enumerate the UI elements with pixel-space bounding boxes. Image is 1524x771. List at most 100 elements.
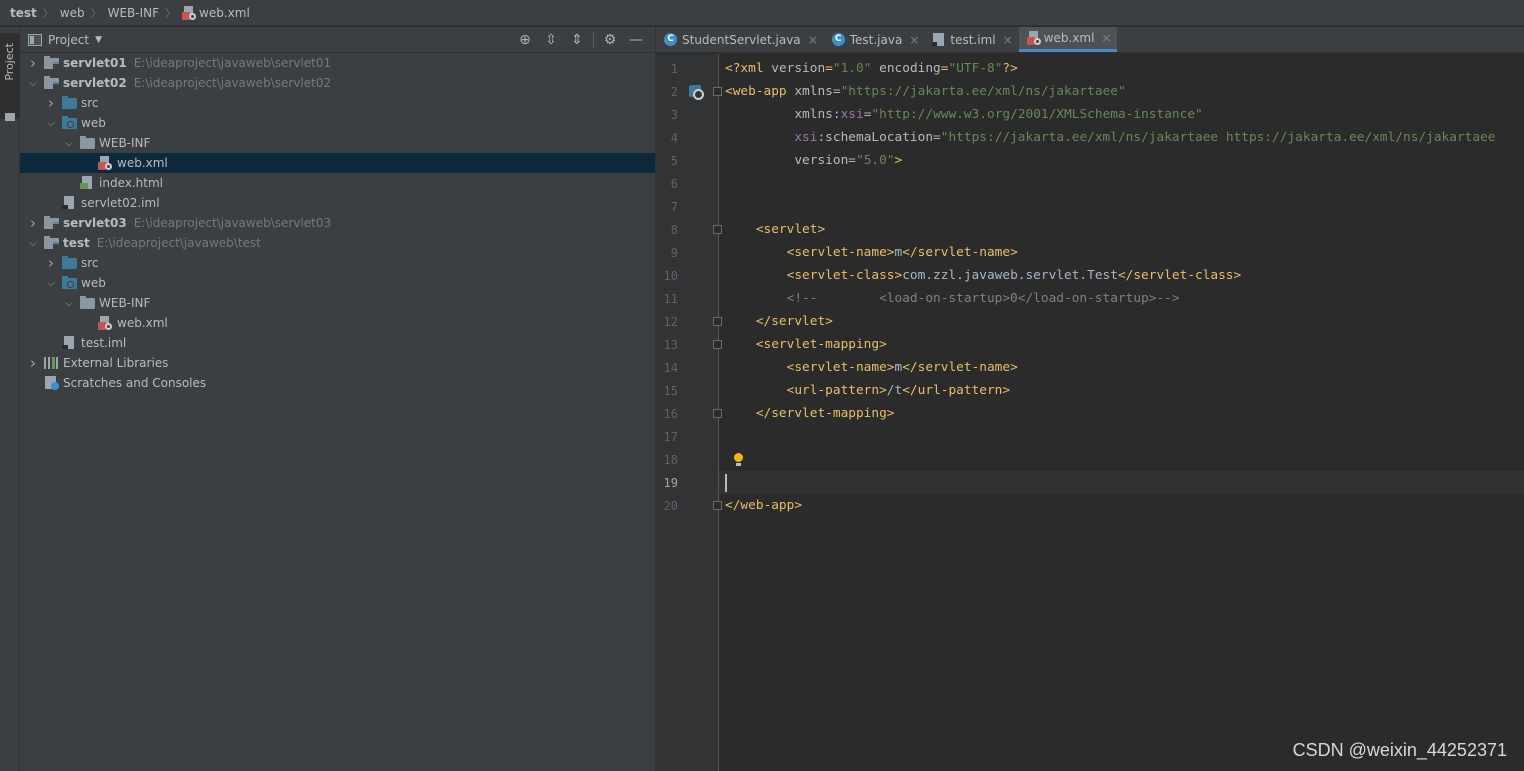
- text-caret: [725, 474, 727, 492]
- tab-label: web.xml: [1043, 31, 1095, 45]
- close-icon[interactable]: ×: [808, 33, 818, 47]
- code-token: com.zzl.javaweb.servlet.Test: [902, 268, 1118, 283]
- code-token: schemaLocation: [825, 130, 934, 145]
- folder-shape: [44, 236, 59, 249]
- chevron-right-icon[interactable]: ›: [44, 94, 58, 112]
- fold-marker-icon[interactable]: [713, 409, 722, 418]
- chevron-right-icon[interactable]: ›: [26, 354, 40, 372]
- tree-item-external-libraries[interactable]: › External Libraries: [20, 353, 655, 373]
- line-number: 9: [670, 246, 678, 260]
- module-folder-icon: [44, 216, 60, 230]
- tree-item-web-inf[interactable]: ⌵ WEB-INF: [20, 293, 655, 313]
- fold-marker-icon[interactable]: [713, 225, 722, 234]
- chevron-right-icon[interactable]: ›: [44, 254, 58, 272]
- code-area[interactable]: 1 <?xml version="1.0" encoding="UTF-8"?> 2…: [656, 54, 1524, 771]
- module-path: E:\ideaproject\javaweb\servlet02: [133, 76, 332, 90]
- close-icon[interactable]: ×: [1101, 31, 1111, 45]
- bulb-base: [736, 463, 741, 466]
- collapse-all-icon[interactable]: ⇕: [564, 32, 590, 48]
- xml-file-icon: [98, 316, 112, 330]
- tree-item-label: index.html: [99, 176, 163, 190]
- tree-item-web-xml[interactable]: web.xml: [20, 153, 655, 173]
- current-line-highlight: [719, 471, 1524, 494]
- chevron-right-icon[interactable]: ›: [26, 214, 40, 232]
- fold-marker-icon[interactable]: [713, 87, 722, 96]
- lightbulb-icon[interactable]: [733, 453, 744, 467]
- project-toolbar: ⊕ ⇳ ⇕ ⚙ —: [512, 27, 649, 53]
- chevron-right-icon[interactable]: ›: [26, 54, 40, 72]
- line-number: 8: [670, 223, 678, 237]
- code-token: <servlet-name>: [725, 245, 895, 260]
- code-token: <servlet>: [725, 222, 826, 237]
- code-token: "UTF-8": [948, 61, 1003, 76]
- tree-item-test[interactable]: ⌵ test E:\ideaproject\javaweb\test: [20, 233, 655, 253]
- tree-item-scratches-and-consoles[interactable]: Scratches and Consoles: [20, 373, 655, 393]
- chevron-down-icon[interactable]: ⌵: [62, 138, 76, 149]
- locate-icon[interactable]: ⊕: [512, 32, 538, 48]
- folder-shape: [80, 296, 95, 309]
- tree-item-servlet01[interactable]: › servlet01 E:\ideaproject\javaweb\servlet…: [20, 53, 655, 73]
- breadcrumb-item[interactable]: test: [10, 6, 37, 20]
- project-view-selector[interactable]: Project: [48, 33, 89, 47]
- code-token: xmlns: [794, 84, 833, 99]
- xml-file-icon: [98, 156, 112, 170]
- code-token: </web-app>: [725, 498, 803, 513]
- fold-marker-icon[interactable]: [713, 317, 722, 326]
- code-token: <url-pattern>: [725, 383, 887, 398]
- tab-test-java[interactable]: C Test.java ×: [824, 27, 926, 52]
- tree-item-label: Scratches and Consoles: [63, 376, 207, 390]
- libraries-icon: [44, 356, 60, 370]
- settings-icon[interactable]: ⚙: [597, 32, 623, 48]
- chevron-down-icon[interactable]: ⌵: [26, 78, 40, 89]
- close-icon[interactable]: ×: [909, 33, 919, 47]
- xml-file-icon: [1026, 31, 1041, 45]
- code-token: xsi: [840, 107, 864, 122]
- chevron-down-icon[interactable]: ⌵: [44, 118, 58, 129]
- breadcrumb-item[interactable]: web: [60, 6, 85, 20]
- line-number: 12: [663, 315, 678, 329]
- chevron-down-icon[interactable]: ⌵: [62, 298, 76, 309]
- tab-web-xml[interactable]: web.xml ×: [1018, 27, 1118, 52]
- tree-item-test-iml[interactable]: test.iml: [20, 333, 655, 353]
- tree-item-servlet02[interactable]: ⌵ servlet02 E:\ideaproject\javaweb\servlet…: [20, 73, 655, 93]
- tab-studentservlet-java[interactable]: C StudentServlet.java ×: [656, 27, 824, 52]
- web-folder-icon: [62, 116, 78, 130]
- code-token: =: [832, 84, 841, 99]
- tree-item-label: servlet02: [63, 76, 127, 90]
- breadcrumb-item[interactable]: WEB-INF: [108, 6, 159, 20]
- code-token: =: [848, 153, 856, 168]
- code-line: <servlet-name>m</servlet-name>: [725, 356, 1018, 379]
- expand-all-icon[interactable]: ⇳: [538, 32, 564, 48]
- tree-item-index-html[interactable]: index.html: [20, 173, 655, 193]
- tree-item-web-inf[interactable]: ⌵ WEB-INF: [20, 133, 655, 153]
- tree-item-web-xml[interactable]: web.xml: [20, 313, 655, 333]
- line-number: 13: [663, 338, 678, 352]
- chevron-down-icon[interactable]: ⌵: [26, 238, 40, 249]
- breadcrumb-item[interactable]: web.xml: [182, 5, 250, 20]
- chevron-down-icon[interactable]: ▼: [95, 35, 102, 45]
- tree-item-src[interactable]: › src: [20, 253, 655, 273]
- code-line: xsi:schemaLocation="https://jakarta.ee/x…: [725, 126, 1495, 149]
- tree-item-web[interactable]: ⌵ web: [20, 113, 655, 133]
- fold-marker-icon[interactable]: [713, 340, 722, 349]
- close-icon[interactable]: ×: [1003, 33, 1013, 47]
- chevron-down-icon[interactable]: ⌵: [44, 278, 58, 289]
- iml-file-icon: [62, 336, 78, 350]
- folder-icon: [80, 296, 96, 310]
- servlet-config-icon[interactable]: [689, 85, 704, 100]
- project-tool-tab[interactable]: Project: [0, 33, 20, 121]
- tab-test-iml[interactable]: test.iml ×: [925, 27, 1018, 52]
- hide-icon[interactable]: —: [623, 32, 649, 48]
- editor-tabs: C StudentServlet.java × C Test.java × test.iml…: [656, 27, 1524, 53]
- tree-item-servlet03[interactable]: › servlet03 E:\ideaproject\javaweb\servlet…: [20, 213, 655, 233]
- tree-item-web[interactable]: ⌵ web: [20, 273, 655, 293]
- fold-marker-icon[interactable]: [713, 501, 722, 510]
- code-token: "5.0": [856, 153, 895, 168]
- tree-item-servlet02-iml[interactable]: servlet02.iml: [20, 193, 655, 213]
- java-class-icon: C: [831, 33, 845, 46]
- code-token: /t: [886, 383, 903, 398]
- tree-item-src[interactable]: › src: [20, 93, 655, 113]
- gear-badge: [105, 323, 112, 330]
- code-token: </url-pattern>: [902, 383, 1011, 398]
- line-number: 14: [663, 361, 678, 375]
